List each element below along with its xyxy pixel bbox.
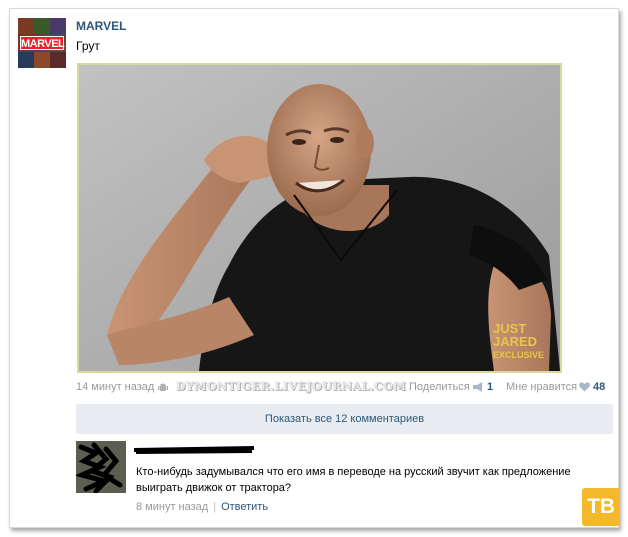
svg-text:JARED: JARED: [493, 334, 537, 349]
post-card: MARVEL MARVEL Грут JUST JARED EXCLUSIVE …: [9, 8, 619, 528]
reply-button[interactable]: Ответить: [221, 501, 268, 513]
comment-time[interactable]: 8 минут назад: [136, 501, 208, 513]
like-count: 48: [593, 381, 606, 393]
post-time[interactable]: 14 минут назад: [76, 381, 154, 393]
svg-text:EXCLUSIVE: EXCLUSIVE: [493, 350, 544, 360]
heart-icon: [579, 382, 590, 392]
photo-illustration: JUST JARED EXCLUSIVE: [79, 65, 560, 371]
redacted-avatar-scribble: [76, 441, 126, 493]
comment-meta: 8 минут назад | Ответить: [136, 501, 269, 513]
redacted-name-scribble: [134, 446, 254, 454]
share-count: 1: [487, 381, 494, 393]
megaphone-icon: [473, 382, 482, 392]
post-text: Грут: [76, 39, 100, 53]
tb-logo-badge: ТВ: [582, 488, 620, 526]
post-meta: 14 минут назад DYMONTIGER.LIVEJOURNAL.CO…: [76, 380, 610, 395]
like-button[interactable]: Мне нравится: [506, 381, 577, 393]
marvel-avatar[interactable]: MARVEL: [18, 18, 66, 68]
android-icon: [158, 383, 168, 391]
site-watermark: DYMONTIGER.LIVEJOURNAL.COM: [176, 380, 407, 393]
comment-avatar[interactable]: [76, 441, 126, 493]
comment-text: Кто-нибудь задумывался что его имя в пер…: [136, 466, 571, 494]
marvel-logo: MARVEL: [20, 36, 65, 50]
share-button[interactable]: Поделиться: [409, 381, 470, 393]
show-all-comments-button[interactable]: Показать все 12 комментариев: [76, 404, 613, 434]
post-photo[interactable]: JUST JARED EXCLUSIVE: [77, 63, 562, 373]
post-author[interactable]: MARVEL: [76, 19, 126, 33]
